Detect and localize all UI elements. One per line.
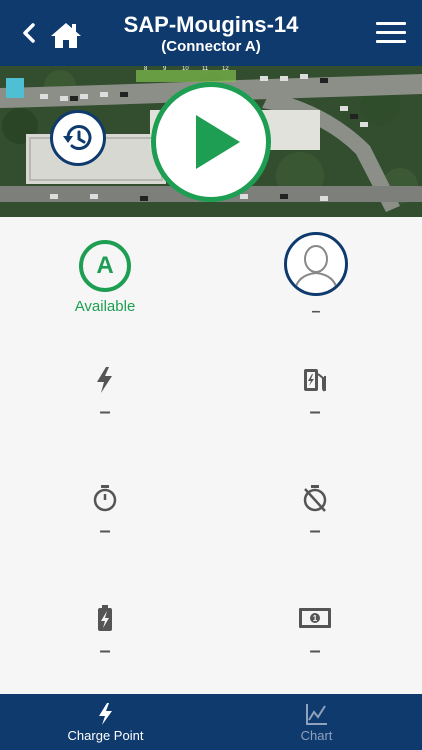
play-icon bbox=[196, 115, 240, 169]
start-charge-button[interactable] bbox=[151, 82, 271, 202]
svg-text:1: 1 bbox=[313, 614, 318, 623]
lightning-bolt-icon bbox=[99, 703, 112, 725]
user-avatar[interactable] bbox=[284, 232, 348, 296]
header-bar: SAP-Mougins-14 (Connector A) bbox=[0, 0, 422, 66]
tab-label: Charge Point bbox=[67, 728, 144, 743]
user-silhouette-icon bbox=[294, 245, 338, 292]
page-title: SAP-Mougins-14 bbox=[123, 12, 299, 37]
parking-label: 11 bbox=[202, 66, 209, 72]
idle-duration-value: – bbox=[309, 520, 321, 542]
line-chart-icon bbox=[306, 704, 327, 725]
battery-charging-icon bbox=[98, 605, 112, 631]
fuel-pump-icon bbox=[304, 369, 326, 392]
parking-label: 10 bbox=[182, 66, 189, 72]
cost-value: – bbox=[309, 640, 321, 662]
user-value: – bbox=[311, 303, 321, 320]
app-root: SAP-Mougins-14 (Connector A) 8 9 10 11 1… bbox=[0, 0, 422, 750]
stopwatch-icon bbox=[93, 485, 117, 512]
stopwatch-off-icon bbox=[303, 485, 327, 512]
battery-value: – bbox=[99, 640, 111, 662]
connector-subtitle: (Connector A) bbox=[161, 38, 261, 55]
energy-value: – bbox=[309, 401, 321, 423]
connector-status-badge: A bbox=[79, 240, 131, 292]
connector-status-text: Available bbox=[74, 298, 136, 315]
home-icon[interactable] bbox=[50, 21, 82, 49]
history-icon bbox=[63, 125, 92, 150]
tab-charge-point[interactable]: Charge Point bbox=[0, 694, 211, 750]
duration-value: – bbox=[99, 520, 111, 542]
lightning-bolt-icon bbox=[97, 367, 112, 393]
chevron-left-icon[interactable] bbox=[18, 22, 40, 44]
tab-chart[interactable]: Chart bbox=[211, 694, 422, 750]
hamburger-menu-icon[interactable] bbox=[376, 22, 406, 44]
history-button[interactable] bbox=[50, 110, 106, 166]
banknote-icon: 1 bbox=[299, 608, 331, 628]
parking-label: 12 bbox=[222, 66, 229, 72]
tab-bar: Charge Point Chart bbox=[0, 694, 422, 750]
tab-label: Chart bbox=[300, 728, 333, 743]
power-value: – bbox=[99, 401, 111, 423]
